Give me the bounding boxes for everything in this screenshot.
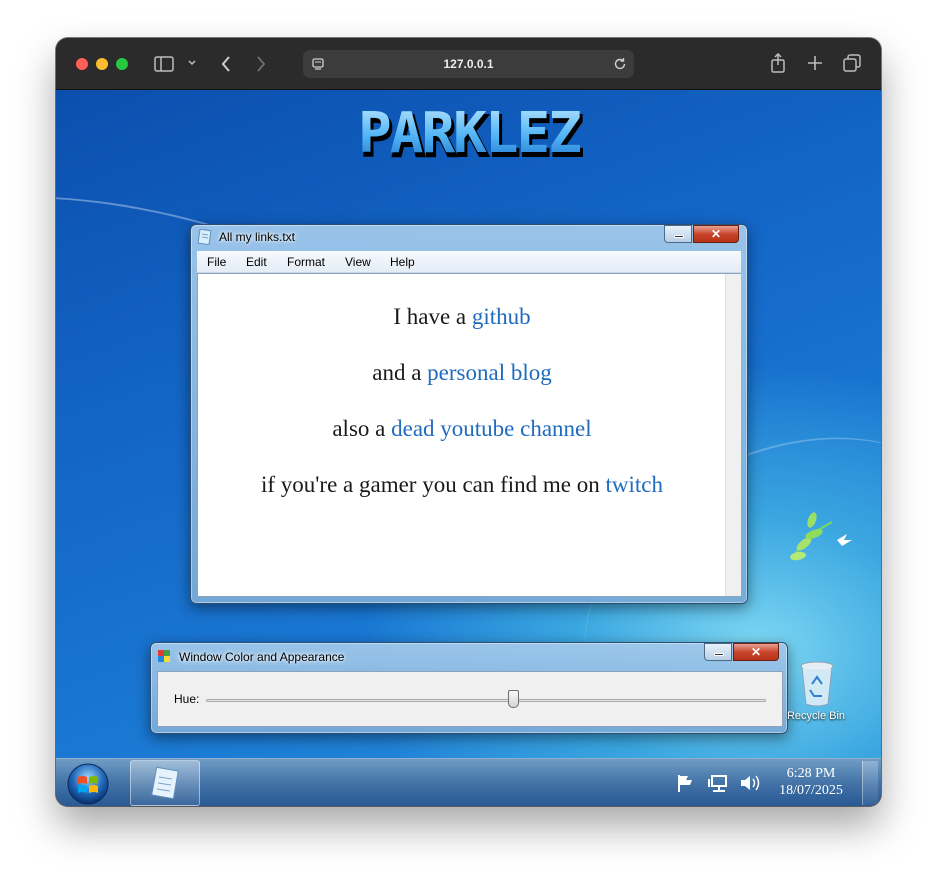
hue-slider-track[interactable]	[206, 699, 766, 702]
logo-text: PARKLEZ	[358, 108, 580, 162]
menu-format[interactable]: Format	[287, 255, 325, 269]
link-line: I have a github	[198, 304, 726, 330]
youtube-link[interactable]: dead youtube channel	[391, 416, 592, 441]
start-button[interactable]	[64, 763, 112, 805]
volume-icon[interactable]	[739, 773, 761, 796]
color-palette-icon	[157, 648, 173, 669]
menu-help[interactable]: Help	[390, 255, 415, 269]
menu-file[interactable]: File	[207, 255, 226, 269]
hue-panel: Hue:	[157, 671, 783, 727]
network-icon[interactable]	[708, 773, 730, 796]
clock-time: 6:28 PM	[786, 766, 836, 781]
minimize-button[interactable]	[704, 643, 732, 661]
recycle-bin-icon	[798, 660, 836, 713]
parklez-logo: PARKLEZ PARKLEZ	[340, 101, 598, 171]
twitch-link[interactable]: twitch	[606, 472, 664, 497]
taskbar-clock[interactable]: 6:28 PM 18/07/2025	[768, 765, 854, 799]
minimize-window-button[interactable]	[96, 58, 108, 70]
chevron-down-icon[interactable]	[187, 57, 197, 73]
hue-label: Hue:	[174, 692, 200, 706]
line-text: I have a	[393, 304, 472, 329]
close-button[interactable]: ✕	[693, 225, 739, 243]
address-bar[interactable]: 127.0.0.1	[303, 50, 634, 78]
link-line: and a personal blog	[198, 360, 726, 386]
zoom-window-button[interactable]	[116, 58, 128, 70]
back-arrow-icon[interactable]	[220, 55, 232, 77]
appearance-window[interactable]: Window Color and Appearance ✕ Hue:	[150, 642, 788, 734]
notepad-title: All my links.txt	[219, 230, 296, 244]
line-text: and a	[372, 360, 428, 385]
recycle-bin-label: Recycle Bin	[786, 710, 846, 722]
close-window-button[interactable]	[76, 58, 88, 70]
desktop: PARKLEZ PARKLEZ All my links.txt ✕ File …	[56, 90, 881, 758]
tab-overview-icon[interactable]	[843, 54, 861, 76]
browser-toolbar: 127.0.0.1	[56, 38, 881, 90]
forward-arrow-icon[interactable]	[255, 55, 267, 77]
document-area[interactable]: I have a github and a personal blog also…	[197, 273, 741, 597]
show-desktop-button[interactable]	[862, 761, 878, 805]
taskbar: 6:28 PM 18/07/2025	[56, 758, 881, 806]
menu-edit[interactable]: Edit	[246, 255, 267, 269]
new-tab-icon[interactable]	[807, 55, 823, 75]
notepad-icon	[197, 228, 213, 250]
wallpaper-leaf-icon	[782, 500, 862, 575]
url-text: 127.0.0.1	[443, 57, 494, 71]
minimize-button[interactable]	[664, 225, 692, 243]
line-text: also a	[332, 416, 392, 441]
reload-icon[interactable]	[613, 57, 627, 76]
menu-bar: File Edit Format View Help	[197, 251, 741, 273]
github-link[interactable]: github	[472, 304, 531, 329]
link-line: if you're a gamer you can find me on twi…	[198, 472, 726, 498]
blog-link[interactable]: personal blog	[427, 360, 552, 385]
share-icon[interactable]	[770, 52, 786, 77]
notepad-icon	[148, 766, 184, 806]
browser-window: 127.0.0.1 PARKLEZ PARKLEZ All my links.t…	[56, 38, 881, 806]
line-text: if you're a gamer you can find me on	[260, 472, 606, 497]
action-center-flag-icon[interactable]	[676, 773, 696, 796]
close-button[interactable]: ✕	[733, 643, 779, 661]
taskbar-notepad-button[interactable]	[130, 760, 200, 806]
notepad-window[interactable]: All my links.txt ✕ File Edit Format View…	[190, 224, 748, 604]
recycle-bin[interactable]: Recycle Bin	[778, 660, 854, 730]
hue-slider-thumb[interactable]	[508, 690, 519, 708]
appearance-title: Window Color and Appearance	[179, 650, 345, 664]
sidebar-toggle-icon[interactable]	[154, 56, 174, 76]
menu-view[interactable]: View	[345, 255, 371, 269]
clock-date: 18/07/2025	[779, 783, 843, 798]
link-line: also a dead youtube channel	[198, 416, 726, 442]
vertical-scrollbar[interactable]	[725, 274, 741, 596]
